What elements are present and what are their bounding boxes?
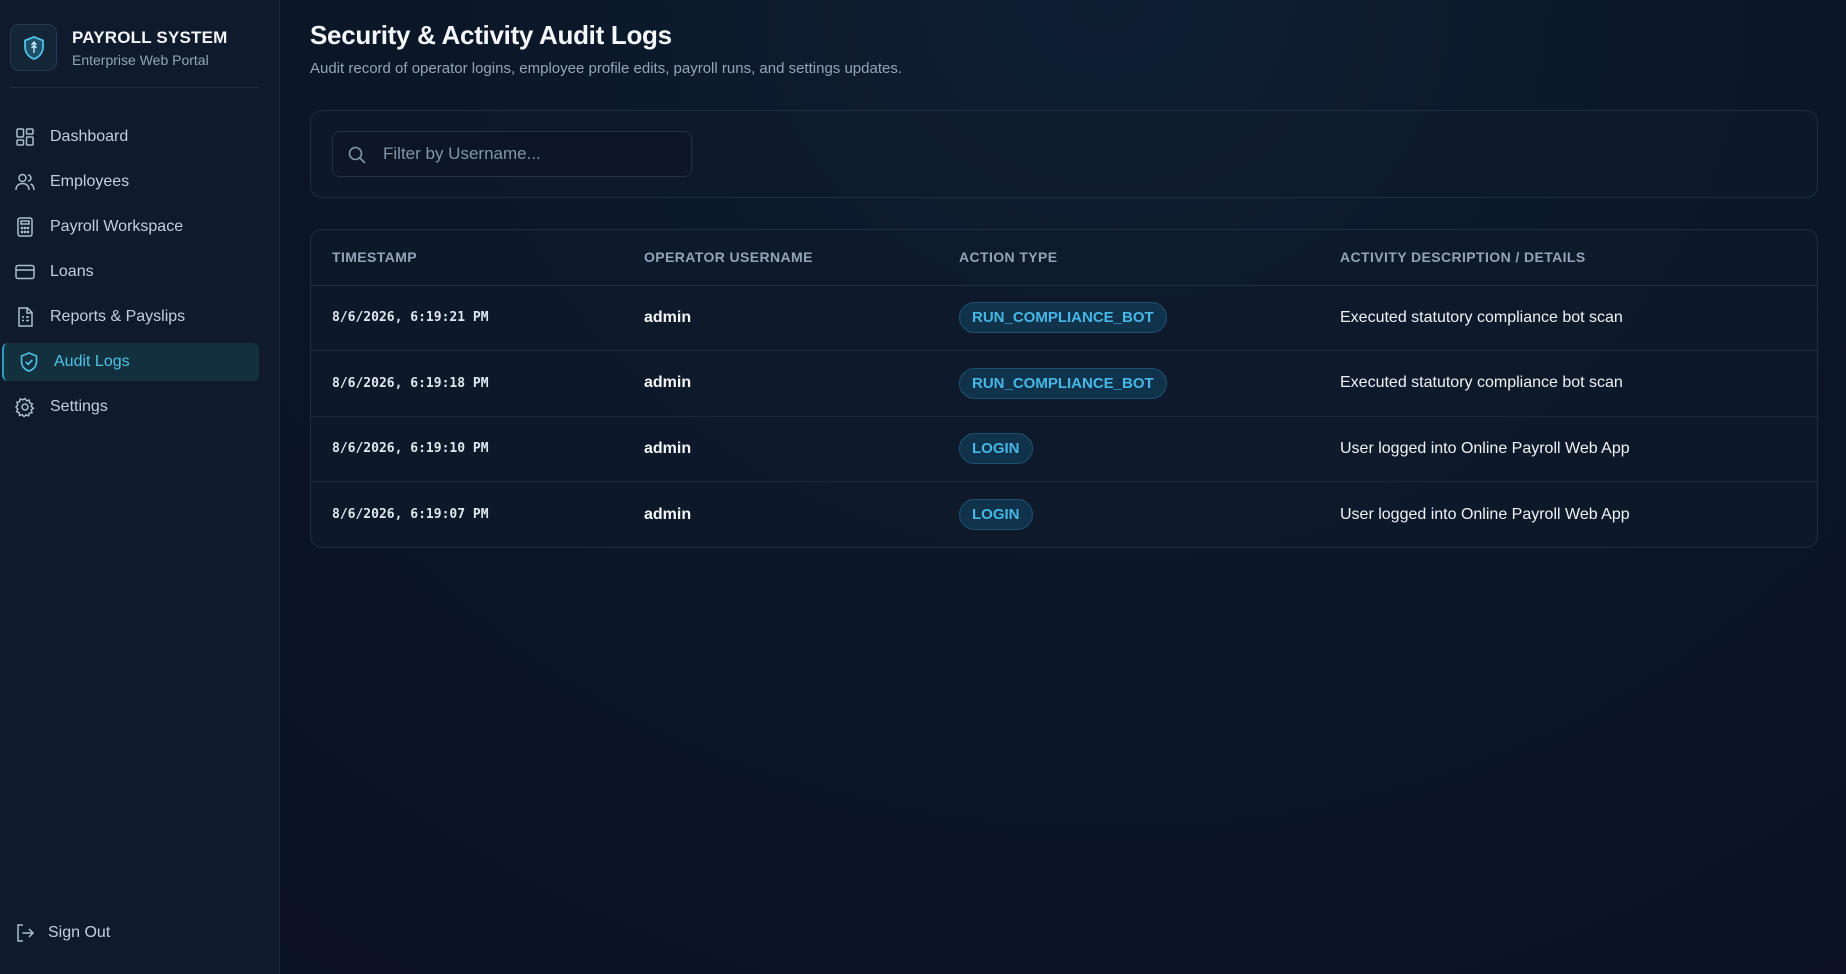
- column-header-action-type: ACTION TYPE: [938, 230, 1319, 286]
- details-cell: Executed statutory compliance bot scan: [1340, 308, 1623, 326]
- action-cell: RUN_COMPLIANCE_BOT: [938, 351, 1319, 417]
- sidebar-item-reports-payslips[interactable]: Reports & Payslips: [0, 298, 260, 336]
- calculator-icon: [14, 216, 36, 238]
- sidebar-item-label: Settings: [50, 398, 108, 415]
- action-cell: LOGIN: [938, 482, 1319, 548]
- report-document-icon: [14, 306, 36, 328]
- column-header-operator-username: OPERATOR USERNAME: [623, 230, 938, 286]
- action-badge: LOGIN: [959, 499, 1033, 530]
- sidebar-item-loans[interactable]: Loans: [0, 253, 260, 291]
- username-cell: admin: [644, 505, 692, 523]
- details-cell: User logged into Online Payroll Web App: [1340, 505, 1630, 523]
- sidebar-item-label: Employees: [50, 173, 130, 190]
- sign-out-icon: [14, 922, 36, 944]
- sidebar: PAYROLL SYSTEM Enterprise Web Portal Das…: [0, 0, 280, 974]
- table-row: 8/6/2026, 6:19:07 PM admin LOGIN User lo…: [311, 482, 1817, 548]
- action-cell: LOGIN: [938, 416, 1319, 482]
- brand-subtitle: Enterprise Web Portal: [72, 52, 209, 68]
- username-cell: admin: [644, 374, 692, 392]
- timestamp-cell: 8/6/2026, 6:19:07 PM: [332, 507, 489, 522]
- action-badge: LOGIN: [959, 433, 1033, 465]
- sidebar-item-label: Dashboard: [50, 128, 129, 145]
- brand-title: PAYROLL SYSTEM: [72, 28, 228, 47]
- filter-card: [310, 110, 1818, 198]
- username-cell: admin: [644, 439, 692, 457]
- column-header-activity-details: ACTIVITY DESCRIPTION / DETAILS: [1319, 230, 1817, 286]
- sidebar-item-label: Loans: [50, 263, 94, 280]
- timestamp-cell: 8/6/2026, 6:19:18 PM: [332, 375, 489, 391]
- table-row: 8/6/2026, 6:19:18 PM admin RUN_COMPLIANC…: [311, 351, 1817, 417]
- username-filter-input[interactable]: [383, 132, 683, 176]
- credit-card-icon: [14, 261, 36, 283]
- page-title: Security & Activity Audit Logs: [310, 20, 672, 50]
- shield-icon: [10, 24, 57, 71]
- table-row: 8/6/2026, 6:19:21 PM admin RUN_COMPLIANC…: [311, 285, 1817, 351]
- sidebar-item-dashboard[interactable]: Dashboard: [0, 118, 260, 156]
- gear-icon: [14, 396, 36, 418]
- details-cell: Executed statutory compliance bot scan: [1340, 374, 1623, 392]
- sidebar-item-audit-logs[interactable]: Audit Logs: [2, 343, 259, 381]
- page-subtitle: Audit record of operator logins, employe…: [310, 60, 903, 77]
- dashboard-grid-icon: [14, 126, 36, 148]
- details-cell: User logged into Online Payroll Web App: [1340, 439, 1630, 457]
- search-icon: [347, 145, 367, 165]
- table-row: 8/6/2026, 6:19:10 PM admin LOGIN User lo…: [311, 416, 1817, 482]
- action-cell: RUN_COMPLIANCE_BOT: [938, 285, 1319, 351]
- username-cell: admin: [644, 308, 692, 326]
- shield-check-icon: [18, 351, 40, 373]
- sidebar-item-label: Audit Logs: [54, 353, 130, 370]
- search-field[interactable]: [332, 131, 692, 177]
- sign-out-button[interactable]: Sign Out: [14, 922, 110, 944]
- sidebar-item-label: Payroll Workspace: [50, 218, 184, 235]
- audit-log-table: TIMESTAMP OPERATOR USERNAME ACTION TYPE …: [310, 229, 1818, 548]
- sidebar-item-employees[interactable]: Employees: [0, 163, 260, 201]
- timestamp-cell: 8/6/2026, 6:19:21 PM: [332, 310, 489, 326]
- sign-out-label: Sign Out: [48, 924, 111, 941]
- action-badge: RUN_COMPLIANCE_BOT: [959, 302, 1167, 334]
- sidebar-item-settings[interactable]: Settings: [0, 388, 260, 426]
- users-icon: [14, 171, 36, 193]
- action-badge: RUN_COMPLIANCE_BOT: [959, 367, 1167, 399]
- column-header-timestamp: TIMESTAMP: [311, 230, 623, 286]
- brand: PAYROLL SYSTEM Enterprise Web Portal: [10, 24, 259, 88]
- table-header-row: TIMESTAMP OPERATOR USERNAME ACTION TYPE …: [311, 230, 1817, 286]
- sidebar-item-label: Reports & Payslips: [50, 308, 186, 325]
- sidebar-item-payroll-workspace[interactable]: Payroll Workspace: [0, 208, 260, 246]
- sidebar-nav: Dashboard Employees Payroll Workspace Lo…: [0, 118, 260, 433]
- timestamp-cell: 8/6/2026, 6:19:10 PM: [332, 441, 489, 457]
